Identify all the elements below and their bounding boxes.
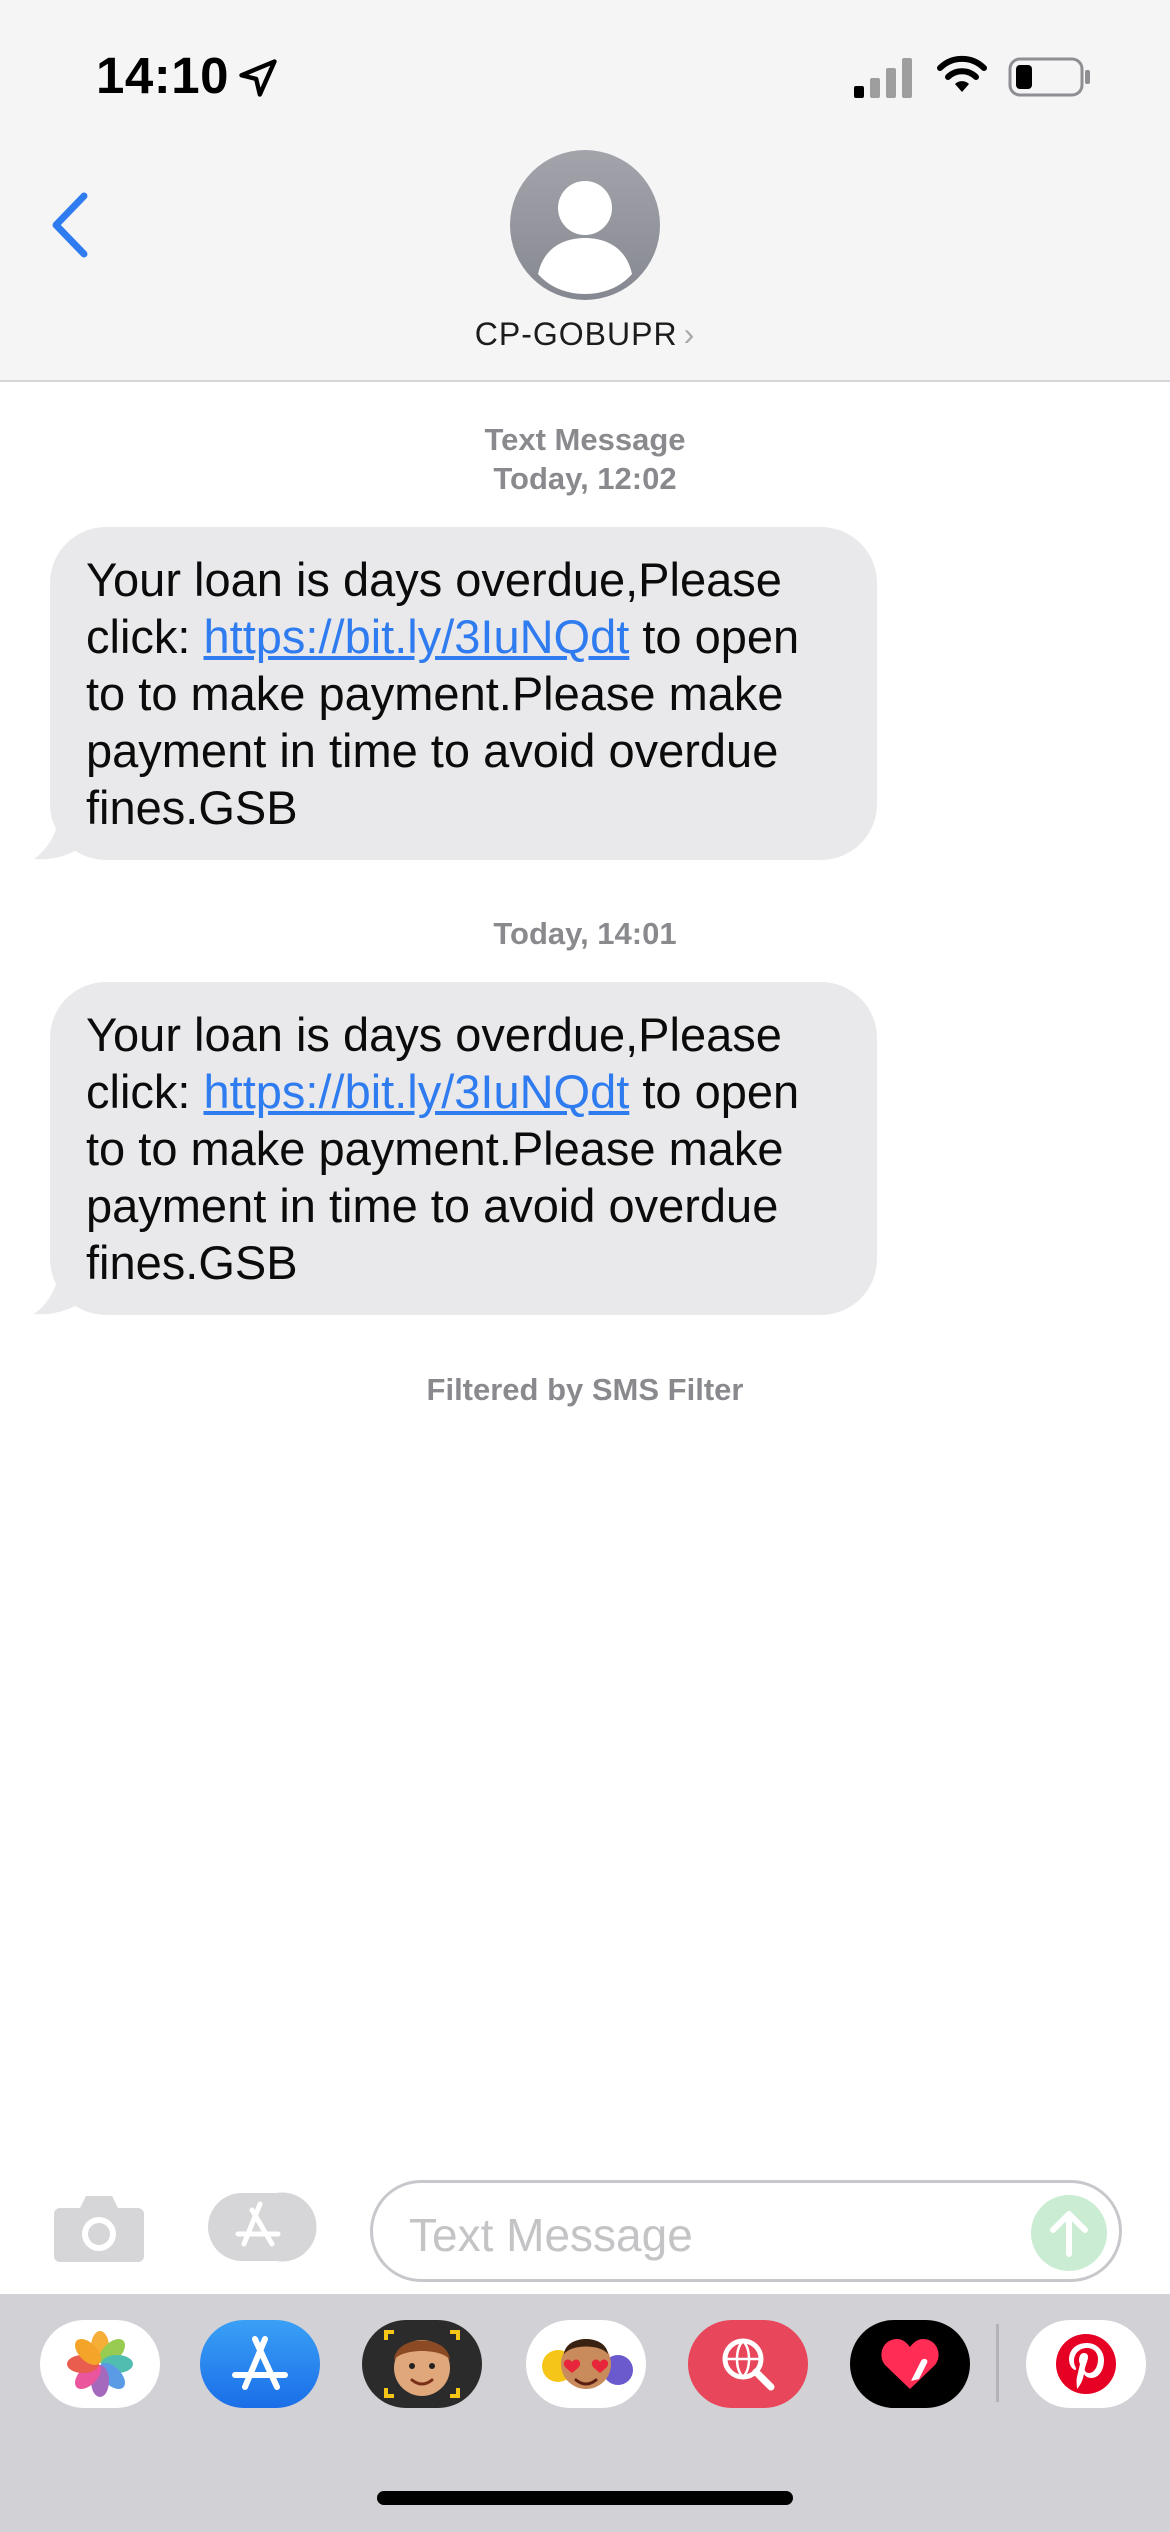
contact-name-button[interactable]: CP-GOBUPR › [0, 316, 1170, 353]
message-bubble[interactable]: Your loan is days overdue,Please click: … [50, 527, 877, 860]
memoji-icon [384, 2330, 460, 2398]
message-input-placeholder: Text Message [409, 2209, 693, 2261]
animoji-stickers-icon [542, 2339, 633, 2389]
send-button[interactable] [1031, 2195, 1107, 2271]
digital-touch-app-button[interactable] [850, 2320, 970, 2408]
photos-icon [67, 2331, 133, 2397]
service-label: Text Message [484, 422, 686, 457]
app-store-icon [232, 2336, 288, 2390]
wifi-icon [937, 55, 987, 92]
drawer-divider [996, 2324, 999, 2402]
home-indicator[interactable] [377, 2491, 793, 2505]
message-bubble[interactable]: Your loan is days overdue,Please click: … [50, 982, 877, 1315]
timestamp: Today, 14:01 [493, 916, 677, 951]
chevron-right-icon: › [683, 316, 696, 352]
chevron-left-icon [52, 192, 88, 258]
pinterest-icon [1056, 2334, 1116, 2394]
message-link[interactable]: https://bit.ly/3IuNQdt [204, 1065, 630, 1118]
location-arrow-icon [239, 59, 277, 97]
send-arrow-icon [1050, 2211, 1088, 2257]
animoji-stickers-app-button[interactable] [526, 2320, 646, 2408]
filter-note: Filtered by SMS Filter [426, 1372, 744, 1407]
timestamp: Today, 12:02 [493, 461, 677, 496]
app-store-app-button[interactable] [200, 2320, 320, 2408]
cellular-signal-icon [854, 58, 912, 98]
web-search-icon [722, 2338, 775, 2391]
message-input[interactable]: Text Message [370, 2180, 1122, 2282]
conversation-header: 14:10 CP-GOBUPR › [0, 0, 1170, 382]
memoji-app-button[interactable] [362, 2320, 482, 2408]
battery-icon [1008, 57, 1090, 97]
person-silhouette-icon [538, 181, 632, 294]
digital-touch-icon [881, 2339, 939, 2389]
back-button[interactable] [40, 182, 100, 268]
photos-app-button[interactable] [40, 2320, 160, 2408]
app-store-icon [208, 2192, 317, 2262]
camera-icon [54, 2196, 144, 2262]
message-link[interactable]: https://bit.ly/3IuNQdt [204, 610, 630, 663]
camera-button[interactable] [52, 2190, 146, 2264]
status-time: 14:10 [96, 47, 229, 104]
web-search-app-button[interactable] [688, 2320, 808, 2408]
apps-button[interactable] [206, 2190, 318, 2264]
contact-avatar[interactable] [510, 150, 660, 300]
contact-name: CP-GOBUPR [474, 316, 678, 352]
pinterest-app-button[interactable] [1026, 2320, 1146, 2408]
